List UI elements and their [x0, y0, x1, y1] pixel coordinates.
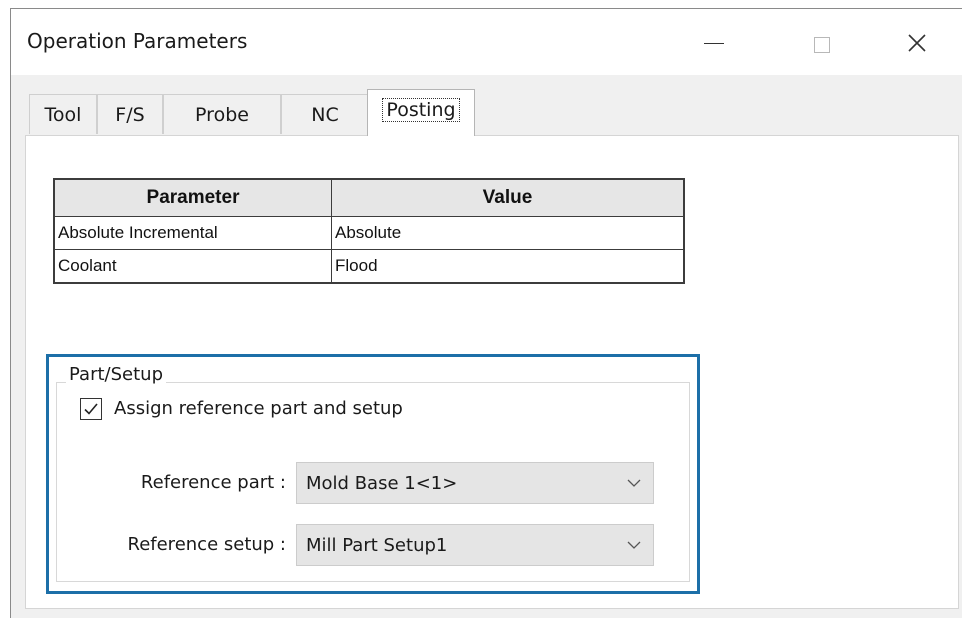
tab-posting[interactable]: Posting — [367, 89, 475, 136]
chevron-down-icon — [627, 541, 641, 549]
tab-fs-label: F/S — [115, 104, 145, 126]
reference-setup-label: Reference setup : — [127, 534, 287, 555]
chevron-down-icon — [627, 479, 641, 487]
assign-reference-label[interactable]: Assign reference part and setup — [114, 398, 403, 419]
reference-setup-dropdown[interactable]: Mill Part Setup1 — [296, 524, 654, 566]
reference-part-value: Mold Base 1<1> — [306, 473, 458, 494]
table-row[interactable]: Coolant Flood — [53, 249, 685, 284]
reference-part-label: Reference part : — [140, 472, 286, 493]
checkmark-icon — [84, 403, 98, 415]
column-header-value: Value — [331, 178, 685, 217]
window-title: Operation Parameters — [27, 29, 248, 53]
table-row[interactable]: Absolute Incremental Absolute — [53, 216, 685, 250]
value-cell[interactable]: Absolute — [331, 216, 685, 250]
tab-tool[interactable]: Tool — [29, 94, 97, 134]
tab-tool-label: Tool — [44, 104, 82, 126]
reference-setup-value: Mill Part Setup1 — [306, 535, 448, 556]
value-cell[interactable]: Flood — [331, 249, 685, 284]
maximize-button[interactable] — [799, 21, 845, 65]
close-icon — [908, 34, 926, 52]
tab-nc-label: NC — [311, 104, 339, 126]
part-setup-legend: Part/Setup — [66, 364, 166, 385]
tab-probe-label: Probe — [195, 104, 249, 126]
tab-probe[interactable]: Probe — [163, 94, 281, 134]
column-header-parameter: Parameter — [53, 178, 332, 217]
minimize-button[interactable] — [695, 21, 741, 65]
title-bar: Operation Parameters — [11, 9, 962, 75]
parameter-cell: Coolant — [53, 249, 332, 284]
operation-parameters-window: Operation Parameters Tool F/S Probe NC P… — [10, 8, 962, 618]
close-button[interactable] — [897, 21, 943, 65]
tab-nc[interactable]: NC — [281, 94, 369, 134]
parameter-cell: Absolute Incremental — [53, 216, 332, 250]
posting-tab-panel: Parameter Value Absolute Incremental Abs… — [25, 135, 959, 609]
reference-part-dropdown[interactable]: Mold Base 1<1> — [296, 462, 654, 504]
assign-reference-checkbox[interactable] — [80, 398, 102, 420]
tab-posting-label: Posting — [382, 98, 460, 122]
parameter-table: Parameter Value Absolute Incremental Abs… — [53, 178, 685, 284]
tab-fs[interactable]: F/S — [97, 94, 163, 134]
table-header-row: Parameter Value — [53, 178, 685, 217]
